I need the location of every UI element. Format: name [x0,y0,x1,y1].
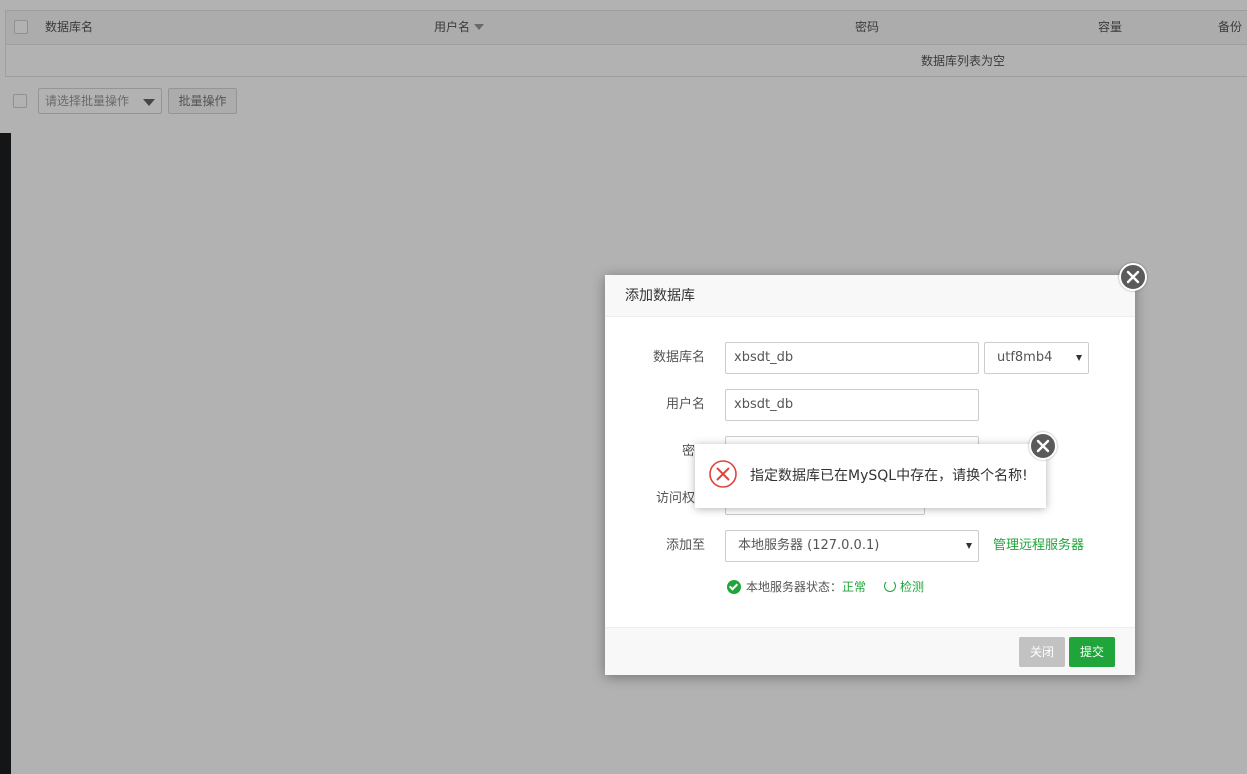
server-select-value: 本地服务器 (127.0.0.1) [738,538,880,553]
server-status-line: 本地服务器状态：正常 检测 [727,578,924,596]
error-x-icon [709,460,737,488]
check-circle-icon [727,580,741,594]
charset-select-value: utf8mb4 [997,350,1053,365]
error-toast-message: 指定数据库已在MySQL中存在，请换个名称! [750,468,1028,484]
dialog-title: 添加数据库 [625,288,695,304]
password-label: 密 [681,444,695,459]
dropdown-arrow-icon [1076,355,1082,361]
refresh-icon[interactable] [884,580,897,592]
close-button[interactable]: 关闭 [1019,637,1065,667]
detect-link[interactable]: 检测 [900,580,924,594]
toast-close-button[interactable] [1029,432,1057,460]
dialog-footer: 关闭 提交 [605,627,1135,675]
username-input[interactable]: xbsdt_db [725,389,979,421]
charset-select[interactable]: utf8mb4 [984,342,1089,374]
manage-remote-servers-link[interactable]: 管理远程服务器 [993,530,1084,562]
dialog-header: 添加数据库 [605,275,1135,317]
dialog-close-button[interactable] [1119,263,1147,291]
close-icon [1036,439,1050,453]
close-icon [1126,270,1140,284]
access-permission-label: 访问权 [655,491,695,506]
server-status-label: 本地服务器状态： [746,580,843,594]
dropdown-arrow-icon [966,543,972,549]
server-status-value: 正常 [842,580,867,594]
server-select[interactable]: 本地服务器 (127.0.0.1) [725,530,979,562]
db-name-input[interactable]: xbsdt_db [725,342,979,374]
error-toast: 指定数据库已在MySQL中存在，请换个名称! [695,444,1046,508]
db-name-label: 数据库名 [652,350,705,365]
submit-button[interactable]: 提交 [1069,637,1115,667]
add-to-label: 添加至 [665,538,705,553]
username-label: 用户名 [665,397,705,412]
